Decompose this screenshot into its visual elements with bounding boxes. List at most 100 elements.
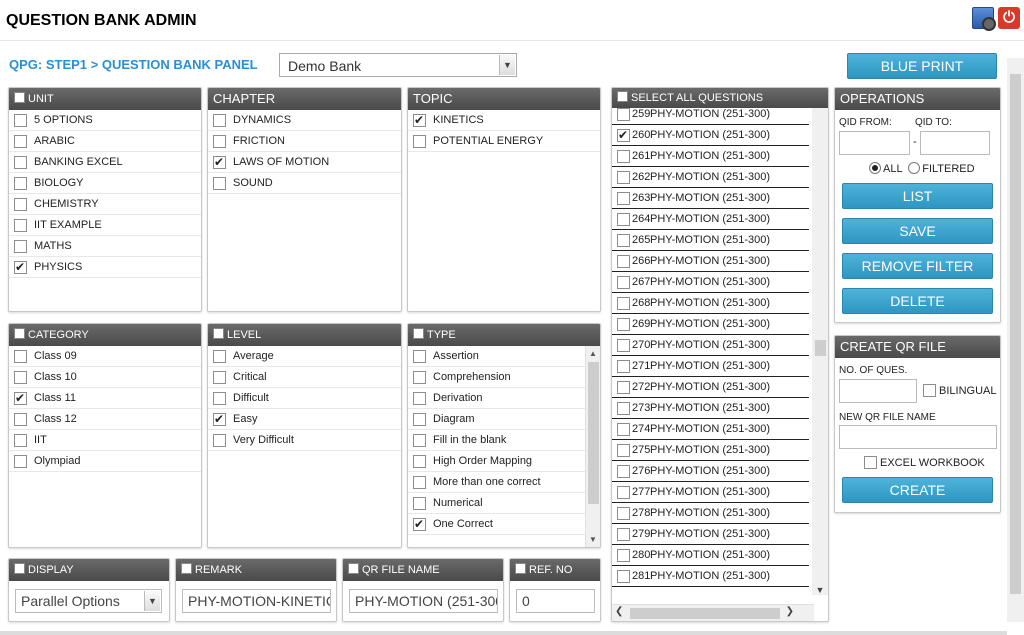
topic-checkbox[interactable] [413, 113, 426, 127]
ref-no-checkbox[interactable] [515, 563, 526, 574]
question-checkbox[interactable] [617, 569, 630, 583]
question-checkbox[interactable] [617, 464, 630, 478]
scroll-thumb[interactable] [588, 362, 599, 504]
blueprint-button[interactable]: BLUE PRINT [847, 53, 997, 79]
no-of-ques-input[interactable] [839, 379, 917, 403]
category-item[interactable]: Class 11 [9, 388, 201, 409]
type-checkbox[interactable] [413, 391, 426, 405]
question-row[interactable]: 281 PHY-MOTION (251-300) [612, 566, 809, 587]
new-qr-file-input[interactable] [839, 425, 997, 449]
settings-monitor-icon[interactable] [972, 7, 996, 31]
question-row[interactable]: 273 PHY-MOTION (251-300) [612, 398, 809, 419]
question-row[interactable]: 265 PHY-MOTION (251-300) [612, 230, 809, 251]
unit-item[interactable]: 5 OPTIONS [9, 110, 201, 131]
category-checkbox[interactable] [14, 433, 27, 447]
level-select-all-checkbox[interactable] [213, 328, 224, 339]
questions-vscroll[interactable]: ▼ [812, 108, 828, 595]
category-item[interactable]: Class 12 [9, 409, 201, 430]
scroll-down-icon[interactable]: ▼ [812, 585, 828, 595]
qid-to-input[interactable] [920, 131, 990, 155]
unit-item[interactable]: ARABIC [9, 131, 201, 152]
question-checkbox[interactable] [617, 401, 630, 415]
level-item[interactable]: Difficult [208, 388, 401, 409]
question-row[interactable]: 275 PHY-MOTION (251-300) [612, 440, 809, 461]
category-checkbox[interactable] [14, 454, 27, 468]
filtered-radio[interactable] [908, 162, 921, 174]
chapter-checkbox[interactable] [213, 176, 226, 190]
unit-checkbox[interactable] [14, 197, 27, 211]
question-row[interactable]: 279 PHY-MOTION (251-300) [612, 524, 809, 545]
scroll-thumb[interactable] [815, 340, 826, 356]
unit-checkbox[interactable] [14, 113, 27, 127]
question-row[interactable]: 264 PHY-MOTION (251-300) [612, 209, 809, 230]
type-item[interactable]: Numerical [408, 493, 586, 514]
type-checkbox[interactable] [413, 475, 426, 489]
unit-checkbox[interactable] [14, 155, 27, 169]
question-row[interactable]: 269 PHY-MOTION (251-300) [612, 314, 809, 335]
category-checkbox[interactable] [14, 412, 27, 426]
level-checkbox[interactable] [213, 370, 226, 384]
unit-item[interactable]: BIOLOGY [9, 173, 201, 194]
chapter-item[interactable]: LAWS OF MOTION [208, 152, 401, 173]
type-scrollbar[interactable]: ▲ ▼ [585, 346, 600, 547]
category-checkbox[interactable] [14, 391, 27, 405]
question-checkbox[interactable] [617, 317, 630, 331]
chapter-checkbox[interactable] [213, 113, 226, 127]
chevron-down-icon[interactable]: ▼ [144, 591, 160, 611]
question-checkbox[interactable] [617, 191, 630, 205]
type-item[interactable]: More than one correct [408, 472, 586, 493]
question-checkbox[interactable] [617, 254, 630, 268]
question-checkbox[interactable] [617, 548, 630, 562]
level-checkbox[interactable] [213, 412, 226, 426]
level-item[interactable]: Very Difficult [208, 430, 401, 451]
question-row[interactable]: 277 PHY-MOTION (251-300) [612, 482, 809, 503]
unit-item[interactable]: IIT EXAMPLE [9, 215, 201, 236]
unit-item[interactable]: PHYSICS [9, 257, 201, 278]
ref-no-input[interactable]: 0 [516, 589, 595, 613]
remark-checkbox[interactable] [181, 563, 192, 574]
question-checkbox[interactable] [617, 359, 630, 373]
type-checkbox[interactable] [413, 454, 426, 468]
question-checkbox[interactable] [617, 128, 630, 142]
question-checkbox[interactable] [617, 443, 630, 457]
list-button[interactable]: LIST [842, 183, 993, 209]
save-button[interactable]: SAVE [842, 218, 993, 244]
question-checkbox[interactable] [617, 422, 630, 436]
page-scrollbar[interactable] [1007, 58, 1024, 622]
question-row[interactable]: 278 PHY-MOTION (251-300) [612, 503, 809, 524]
display-select[interactable]: Parallel Options ▼ [15, 589, 162, 613]
question-row[interactable]: 263 PHY-MOTION (251-300) [612, 188, 809, 209]
question-row[interactable]: 261 PHY-MOTION (251-300) [612, 146, 809, 167]
chapter-checkbox[interactable] [213, 155, 226, 169]
type-item[interactable]: One Correct [408, 514, 586, 535]
excel-checkbox[interactable] [864, 456, 877, 469]
question-row[interactable]: 274 PHY-MOTION (251-300) [612, 419, 809, 440]
unit-checkbox[interactable] [14, 260, 27, 274]
category-checkbox[interactable] [14, 370, 27, 384]
select-all-questions-checkbox[interactable] [617, 91, 628, 102]
question-row[interactable]: 259 PHY-MOTION (251-300) [612, 104, 809, 125]
remove-filter-button[interactable]: REMOVE FILTER [842, 253, 993, 279]
topic-checkbox[interactable] [413, 134, 426, 148]
excel-option[interactable]: EXCEL WORKBOOK [864, 456, 985, 469]
category-item[interactable]: Class 10 [9, 367, 201, 388]
level-checkbox[interactable] [213, 349, 226, 363]
power-icon[interactable]: ⏻ [998, 7, 1020, 29]
type-checkbox[interactable] [413, 433, 426, 447]
type-checkbox[interactable] [413, 349, 426, 363]
bilingual-checkbox[interactable] [923, 384, 936, 397]
scroll-up-icon[interactable]: ▲ [586, 346, 600, 361]
unit-item[interactable]: MATHS [9, 236, 201, 257]
question-checkbox[interactable] [617, 275, 630, 289]
question-row[interactable]: 272 PHY-MOTION (251-300) [612, 377, 809, 398]
type-item[interactable]: Derivation [408, 388, 586, 409]
unit-checkbox[interactable] [14, 134, 27, 148]
question-checkbox[interactable] [617, 170, 630, 184]
question-checkbox[interactable] [617, 485, 630, 499]
question-checkbox[interactable] [617, 296, 630, 310]
category-item[interactable]: IIT [9, 430, 201, 451]
remark-input[interactable]: PHY-MOTION-KINETIC [182, 589, 331, 613]
question-row[interactable]: 262 PHY-MOTION (251-300) [612, 167, 809, 188]
scroll-thumb[interactable] [630, 608, 780, 619]
chapter-item[interactable]: FRICTION [208, 131, 401, 152]
